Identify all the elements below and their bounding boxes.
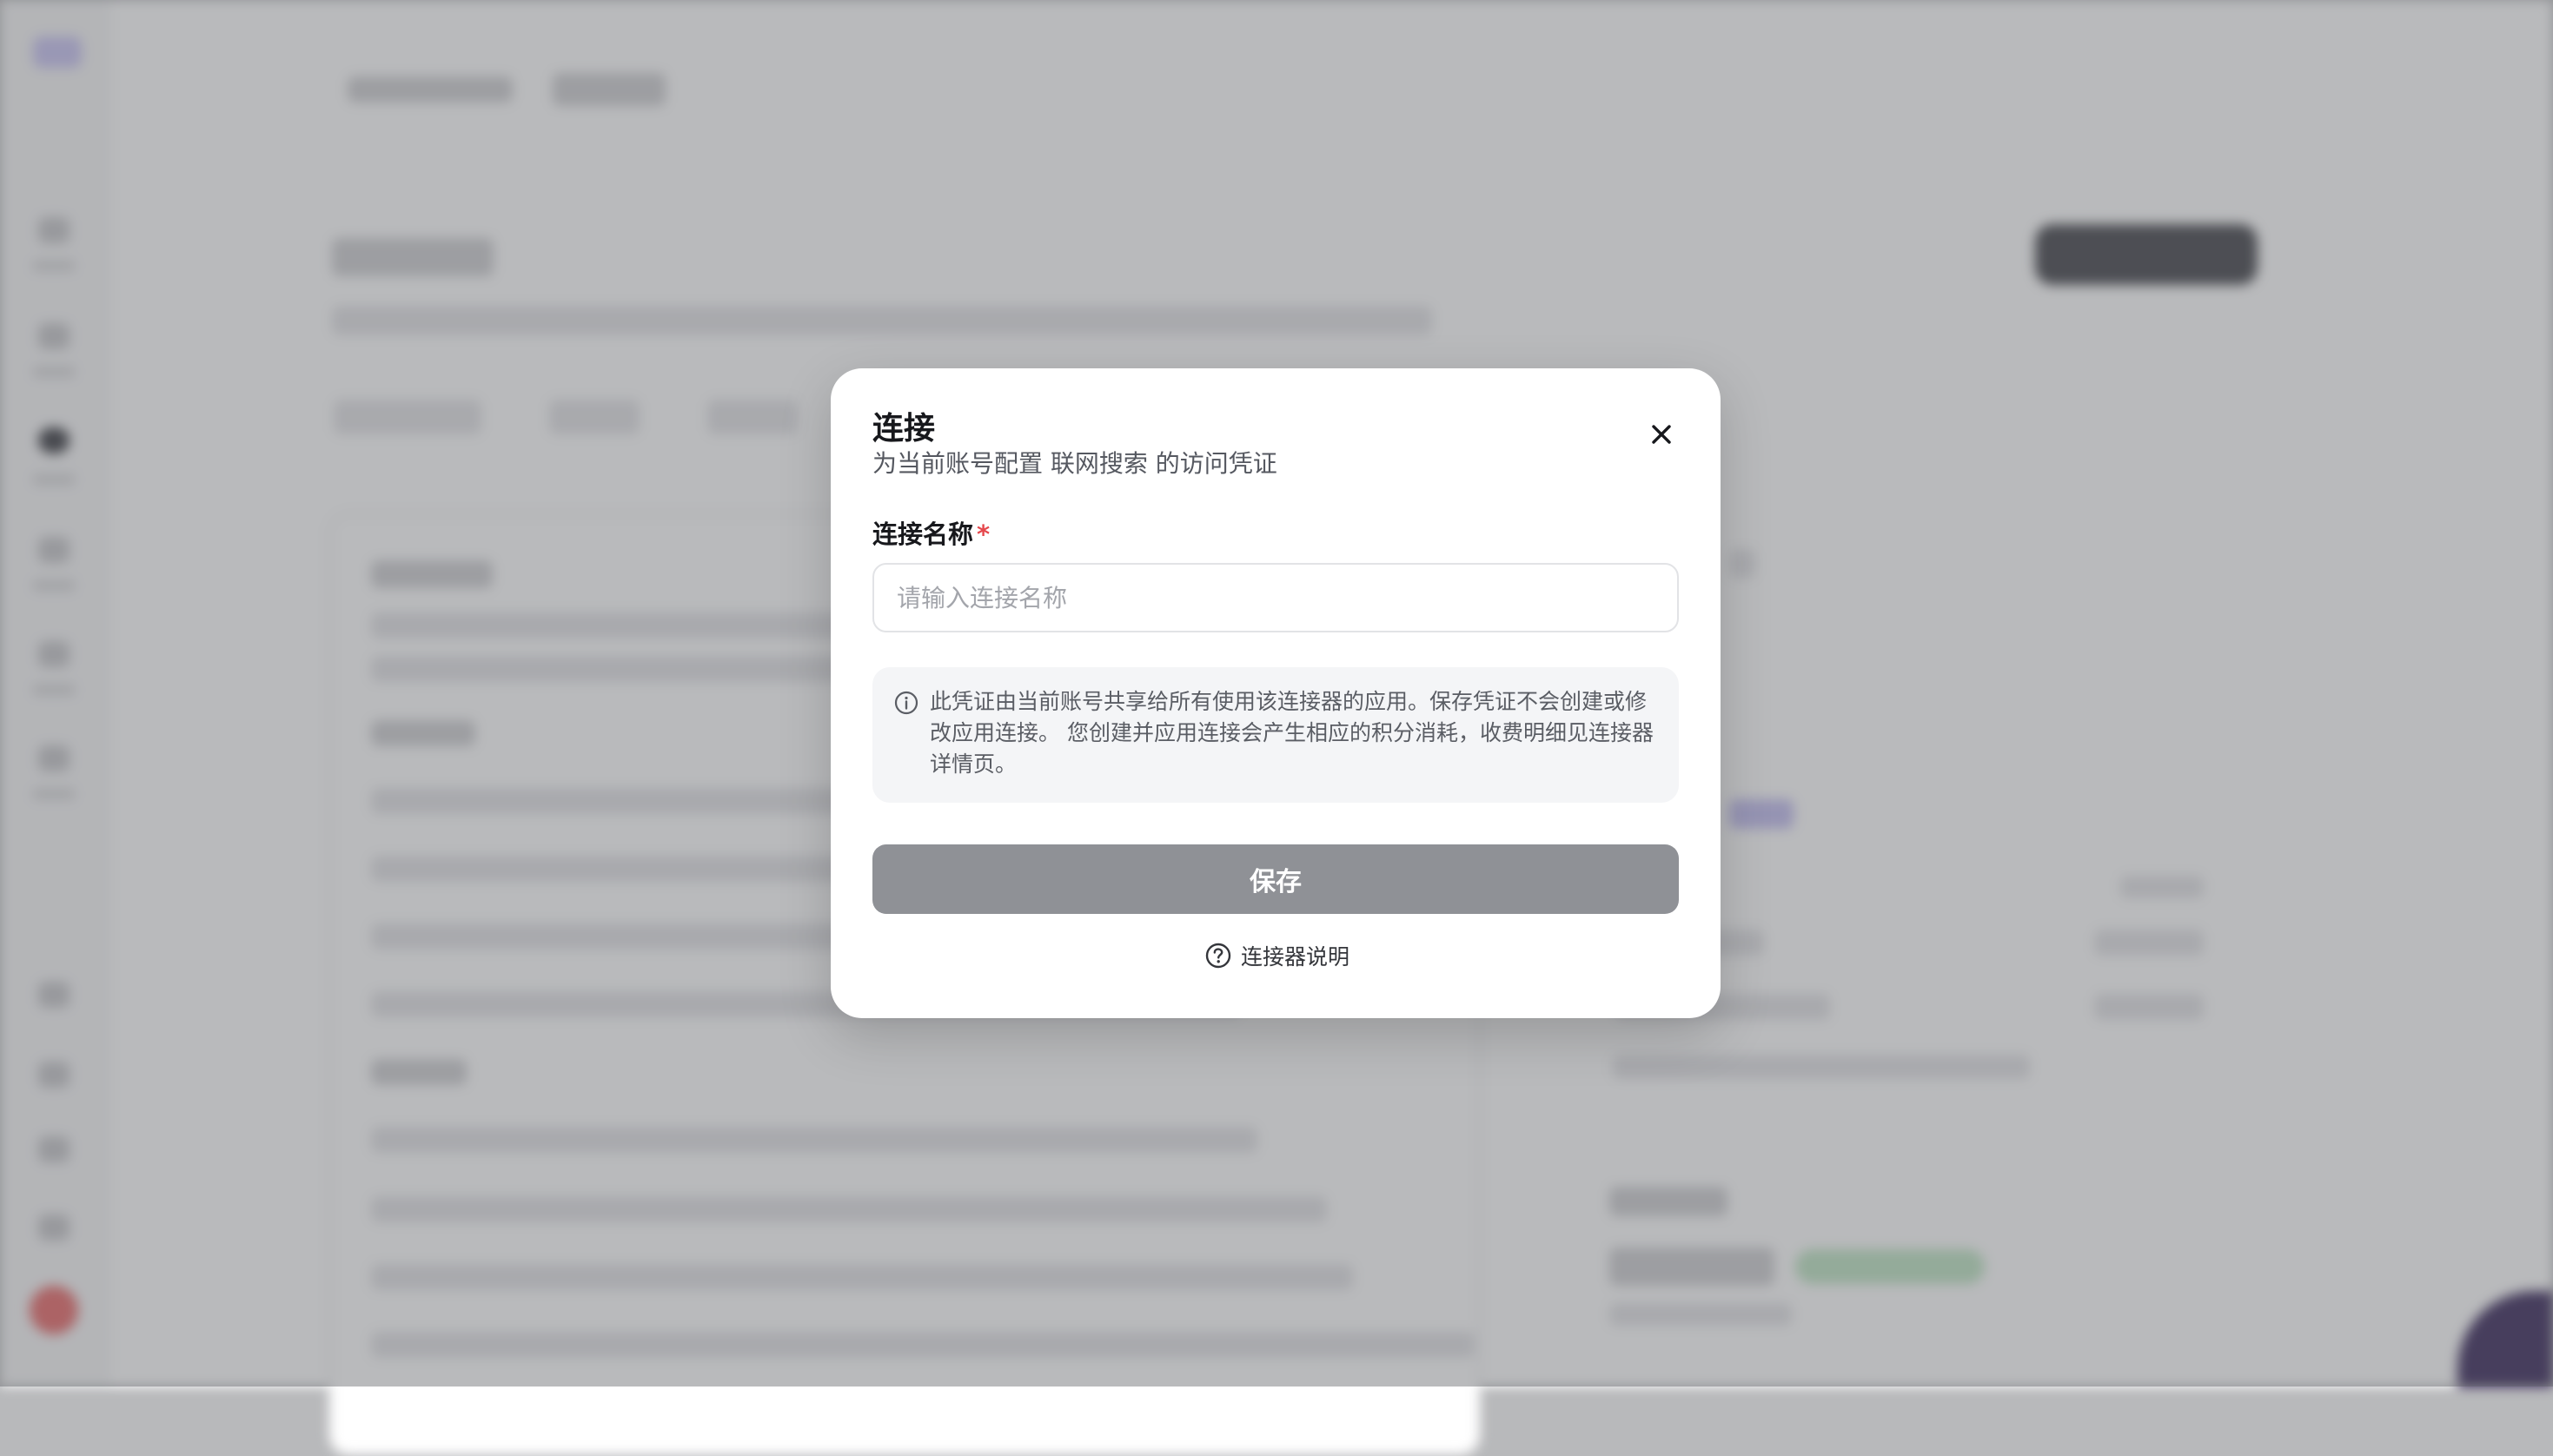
- info-circle-icon: [894, 691, 918, 715]
- connector-docs-label: 连接器说明: [1241, 944, 1350, 970]
- connector-docs-link[interactable]: 连接器说明: [1204, 938, 1349, 973]
- close-icon: [1652, 425, 1671, 444]
- dialog-title: 连接: [872, 411, 936, 447]
- save-button[interactable]: 保存: [872, 844, 1679, 914]
- required-mark: *: [977, 520, 991, 549]
- close-button[interactable]: [1634, 407, 1689, 462]
- dialog-subtitle: 为当前账号配置 联网搜索 的访问凭证: [872, 449, 1277, 478]
- connection-name-label: 连接名称 *: [872, 514, 990, 551]
- connection-name-label-text: 连接名称: [872, 520, 974, 549]
- connection-name-input[interactable]: [872, 563, 1679, 632]
- question-circle-icon: [1205, 943, 1231, 969]
- connect-dialog: 连接 为当前账号配置 联网搜索 的访问凭证 连接名称* 此凭证由当前账号共享给所…: [831, 368, 1721, 1018]
- info-notice: 此凭证由当前账号共享给所有使用该连接器的应用。保存凭证不会创建或修改应用连接。 …: [872, 667, 1679, 803]
- info-text: 此凭证由当前账号共享给所有使用该连接器的应用。保存凭证不会创建或修改应用连接。 …: [930, 689, 1654, 777]
